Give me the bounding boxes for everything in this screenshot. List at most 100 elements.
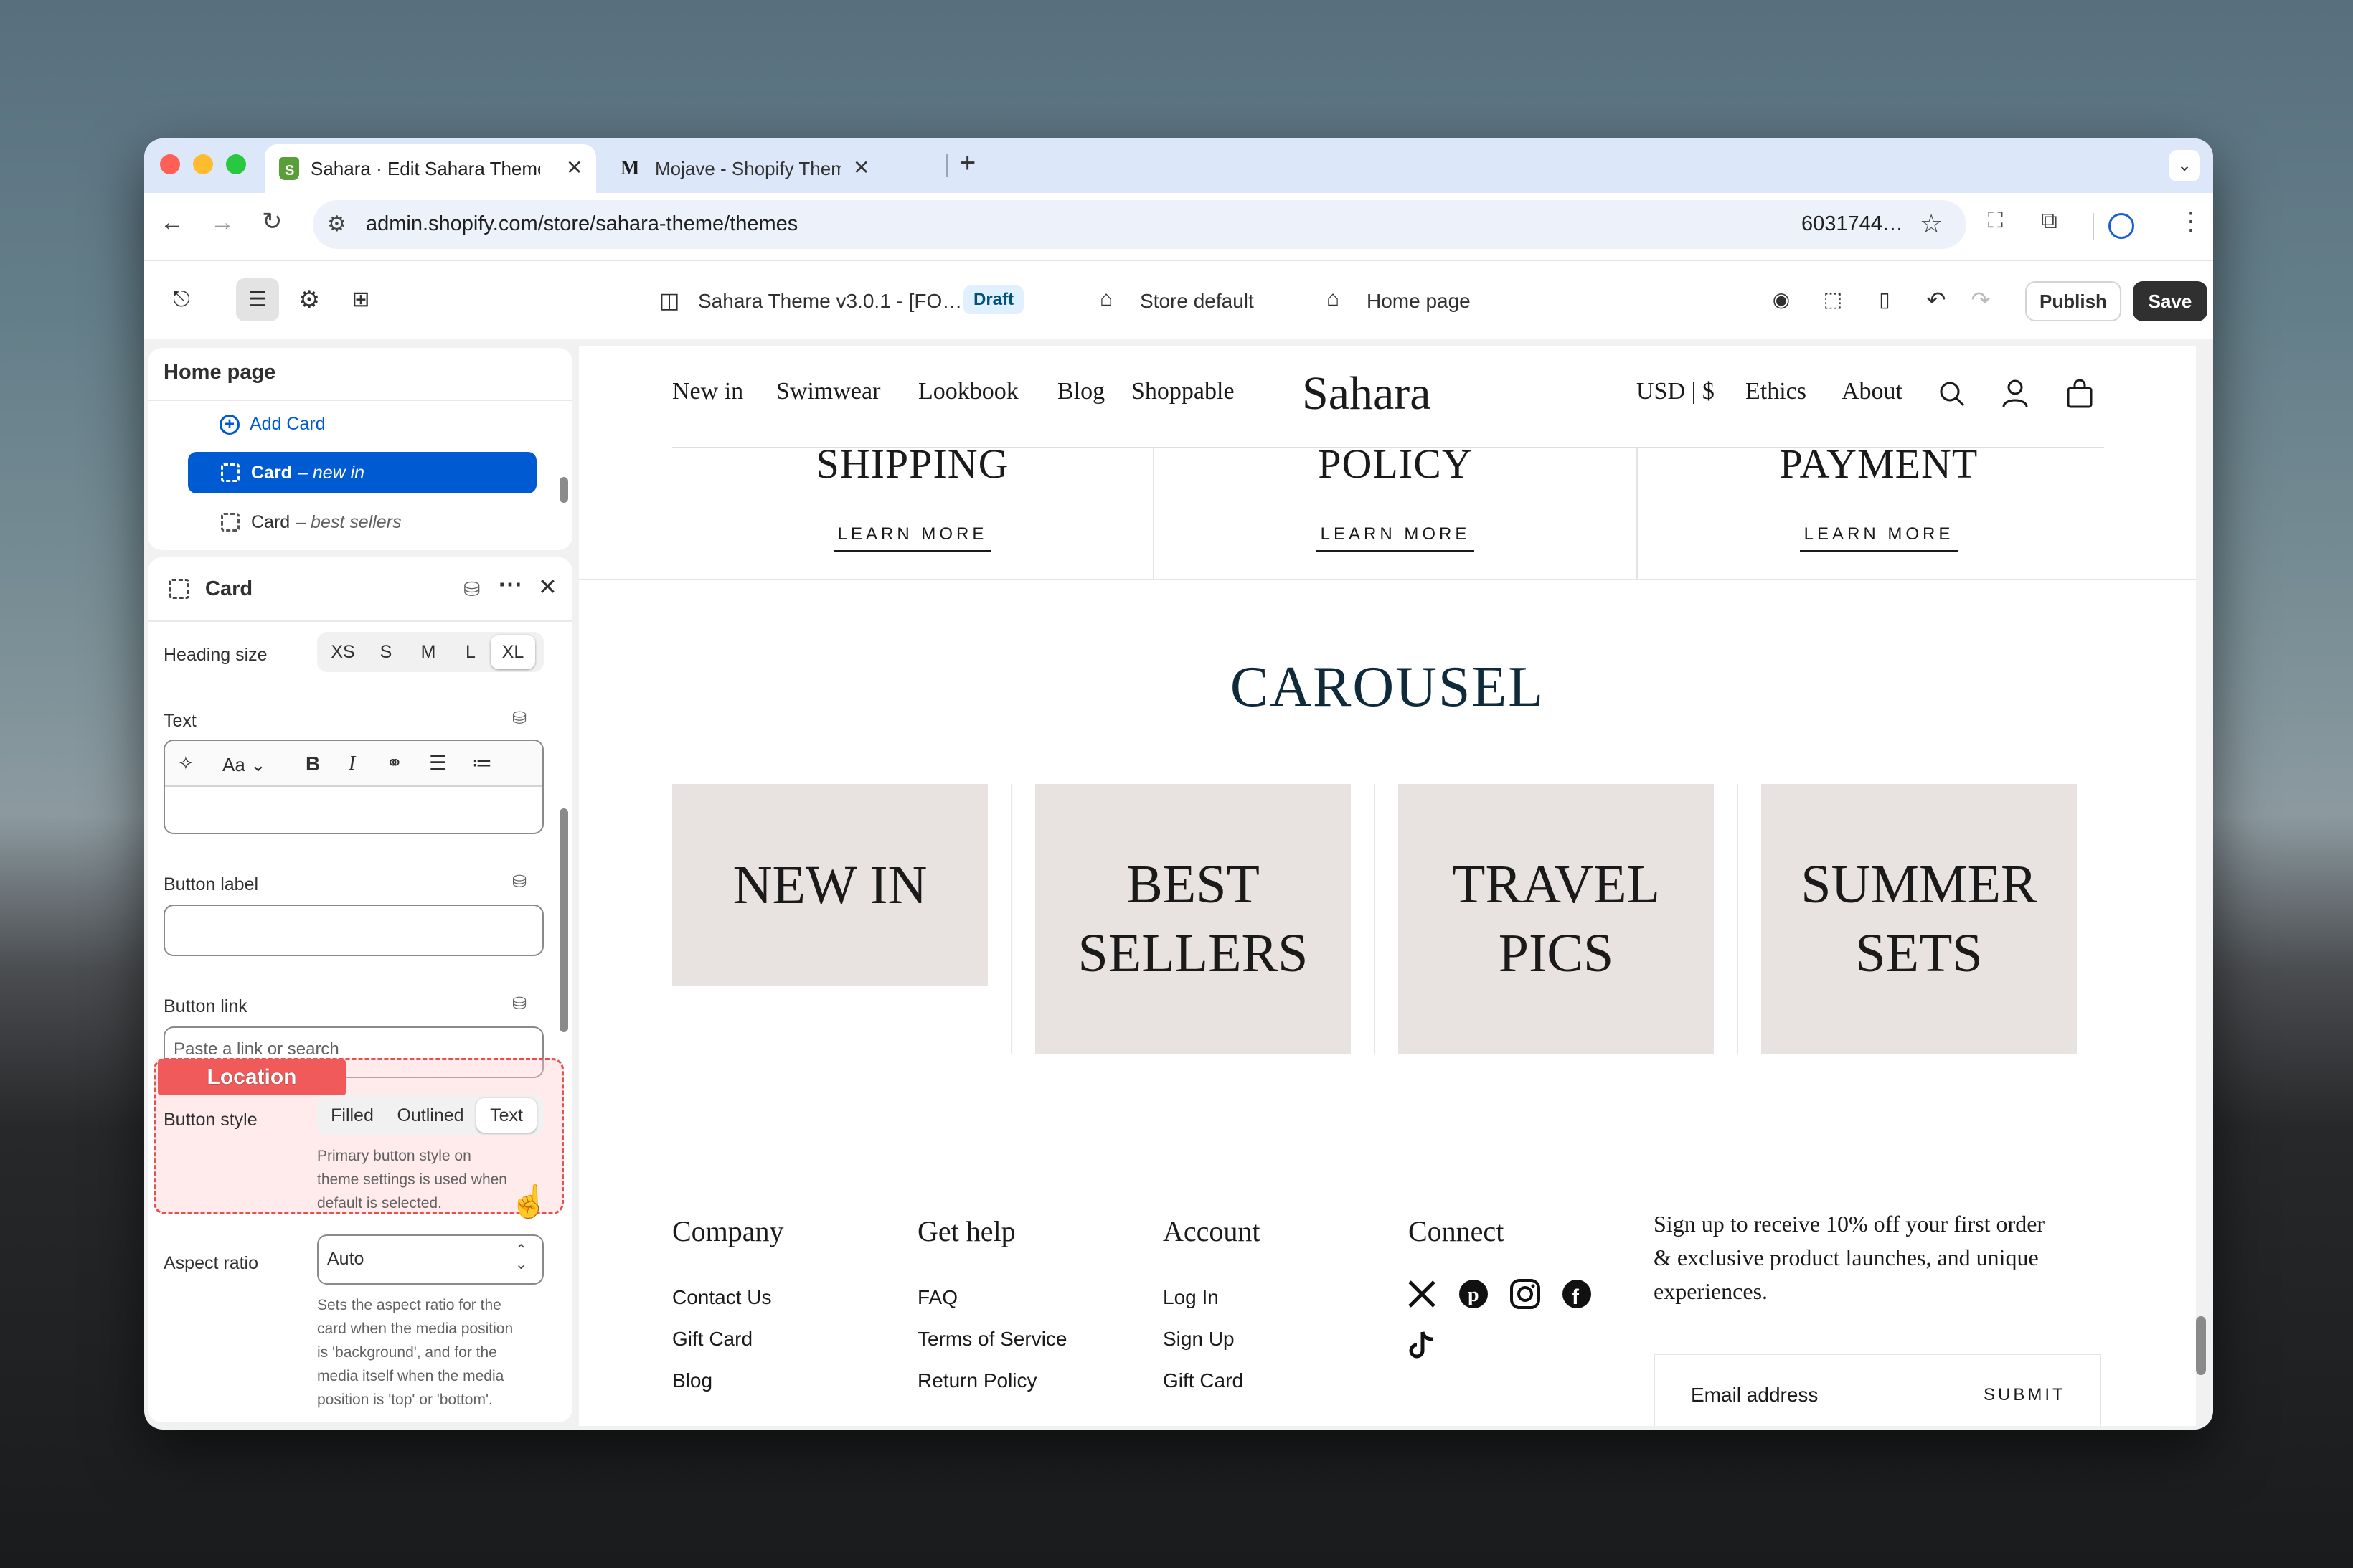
button-style-text[interactable]: Text [476,1098,537,1133]
tab-search-button[interactable]: ⌄ [2169,150,2200,181]
nav-link-ethics[interactable]: Ethics [1745,378,1806,405]
nav-link-new-in[interactable]: New in [672,378,743,405]
dynamic-source-icon[interactable]: ⛁ [512,872,527,892]
close-icon[interactable]: ✕ [538,573,557,600]
dynamic-source-icon[interactable]: ⛁ [512,993,527,1014]
bookmark-star-icon[interactable]: ☆ [1920,209,1943,239]
facebook-icon[interactable]: f [1560,1277,1593,1310]
sidebar-item-card-new-in[interactable]: Card – new in [188,452,537,493]
tab-mojave[interactable]: M Mojave - Shopify Theme by D ✕ [603,144,890,193]
page-selector[interactable]: Home page [1367,290,1471,313]
sections-icon[interactable]: ☰ [236,278,279,321]
maximize-window-button[interactable] [226,154,246,174]
search-icon[interactable] [1938,379,1966,408]
dynamic-source-icon[interactable]: ⛁ [463,577,480,601]
button-style-filled[interactable]: Filled [320,1098,385,1133]
nav-link-shoppable[interactable]: Shoppable [1131,378,1235,405]
tiktok-icon[interactable] [1405,1329,1438,1362]
reload-icon[interactable]: ↻ [262,207,283,236]
close-tab-icon[interactable]: ✕ [566,156,583,179]
store-logo[interactable]: Sahara [1302,367,1431,421]
button-style-outlined[interactable]: Outlined [385,1098,476,1133]
app-embeds-icon[interactable]: ⊞ [339,278,382,321]
sidebar-item-card-best-sellers[interactable]: Card – best sellers [188,501,537,543]
footer-link[interactable]: Blog [672,1369,712,1392]
heading-size-m[interactable]: M [406,635,451,669]
publish-button[interactable]: Publish [2025,281,2121,321]
footer-link[interactable]: FAQ [918,1286,958,1309]
carousel-card-new-in[interactable]: NEW IN [672,784,988,986]
feature-learn-more-link[interactable]: LEARN MORE [1316,524,1474,552]
heading-size-xs[interactable]: XS [320,635,366,669]
footer-link[interactable]: Log In [1163,1286,1219,1309]
feature-learn-more-link[interactable]: LEARN MORE [1800,524,1958,552]
back-icon[interactable]: ← [160,209,184,237]
footer-link[interactable]: Contact Us [672,1286,772,1309]
carousel-card-travel-pics[interactable]: TRAVEL PICS [1398,784,1714,1054]
redo-icon[interactable]: ↷ [1959,278,2002,321]
theme-name[interactable]: Sahara Theme v3.0.1 - [FO… [698,290,962,313]
new-tab-button[interactable]: + [959,147,976,179]
minimize-window-button[interactable] [193,154,213,174]
more-options-icon[interactable]: ⋯ [498,570,522,599]
newsletter-submit-button[interactable]: SUBMIT [1984,1385,2066,1405]
text-style-dropdown[interactable]: Aa ⌄ [222,754,266,776]
link-icon[interactable]: ⚭ [386,751,402,775]
scrollbar[interactable] [560,477,568,503]
tab-sahara-editor[interactable]: S Sahara · Edit Sahara Theme w ✕ [265,144,596,193]
screen-capture-icon[interactable]: ⛶ [1988,209,2003,233]
nav-link-lookbook[interactable]: Lookbook [918,378,1019,405]
italic-icon[interactable]: I [349,752,355,775]
footer-link[interactable]: Sign Up [1163,1328,1235,1351]
nav-link-blog[interactable]: Blog [1057,378,1105,405]
preview-scrollbar[interactable] [2196,1316,2206,1375]
feature-learn-more-link[interactable]: LEARN MORE [834,524,991,552]
inspector-icon[interactable]: ⬚ [1811,278,1854,321]
instagram-icon[interactable] [1509,1277,1542,1310]
forward-icon[interactable]: → [210,209,235,237]
numbered-list-icon[interactable]: ≔ [472,751,492,775]
mobile-view-icon[interactable]: ▯ [1863,278,1906,321]
scrollbar[interactable] [560,808,568,1032]
newsletter-email-input[interactable]: Email address SUBMIT [1654,1354,2101,1426]
account-icon[interactable] [2001,378,2029,408]
heading-size-l[interactable]: L [451,635,491,669]
close-window-button[interactable] [160,154,180,174]
heading-size-xl[interactable]: XL [491,635,535,669]
cart-icon[interactable] [2065,378,2094,408]
nav-link-about[interactable]: About [1842,378,1902,405]
close-tab-icon[interactable]: ✕ [853,156,869,179]
heading-size-selector[interactable]: XS S M L XL [317,632,544,672]
bold-icon[interactable]: B [306,752,320,775]
preview-icon[interactable]: ◉ [1760,278,1803,321]
add-card-button[interactable]: + Add Card [220,414,326,435]
footer-link[interactable]: Return Policy [918,1369,1037,1392]
nav-link-swimwear[interactable]: Swimwear [776,378,880,405]
carousel-card-summer-sets[interactable]: SUMMER SETS [1761,784,2077,1054]
aspect-ratio-select[interactable]: Auto ⌃ ⌄ [317,1234,544,1285]
carousel-card-best-sellers[interactable]: BEST SELLERS [1035,784,1351,1054]
footer-link[interactable]: Gift Card [672,1328,753,1351]
theme-settings-gear-icon[interactable]: ⚙ [288,278,331,321]
button-style-selector[interactable]: Filled Outlined Text [317,1095,544,1135]
bullet-list-icon[interactable]: ☰ [429,751,447,775]
browser-menu-icon[interactable]: ⋮ [2179,207,2203,236]
nav-currency-selector[interactable]: USD | $ [1636,378,1715,405]
ai-sparkle-icon[interactable]: ✧ [178,752,194,775]
omnibox[interactable]: ⚙ admin.shopify.com/store/sahara-theme/t… [313,200,1966,249]
undo-icon[interactable]: ↶ [1915,278,1958,321]
footer-link[interactable]: Terms of Service [918,1328,1067,1351]
profile-icon[interactable] [2108,213,2134,239]
dynamic-source-icon[interactable]: ⛁ [512,708,527,729]
save-button[interactable]: Save [2133,281,2207,321]
site-settings-icon[interactable]: ⚙ [327,212,346,237]
extensions-icon[interactable]: ⧉ [2041,207,2057,235]
button-label-input[interactable] [164,905,544,956]
footer-link[interactable]: Gift Card [1163,1369,1243,1392]
x-icon[interactable] [1405,1277,1438,1310]
pinterest-icon[interactable]: p [1457,1277,1490,1310]
exit-editor-icon[interactable]: ⎋ [160,278,203,321]
heading-size-s[interactable]: S [366,635,406,669]
url-text[interactable]: admin.shopify.com/store/sahara-theme/the… [366,212,798,236]
text-richtext-editor[interactable]: ✧ Aa ⌄ B I ⚭ ☰ ≔ [164,740,544,834]
